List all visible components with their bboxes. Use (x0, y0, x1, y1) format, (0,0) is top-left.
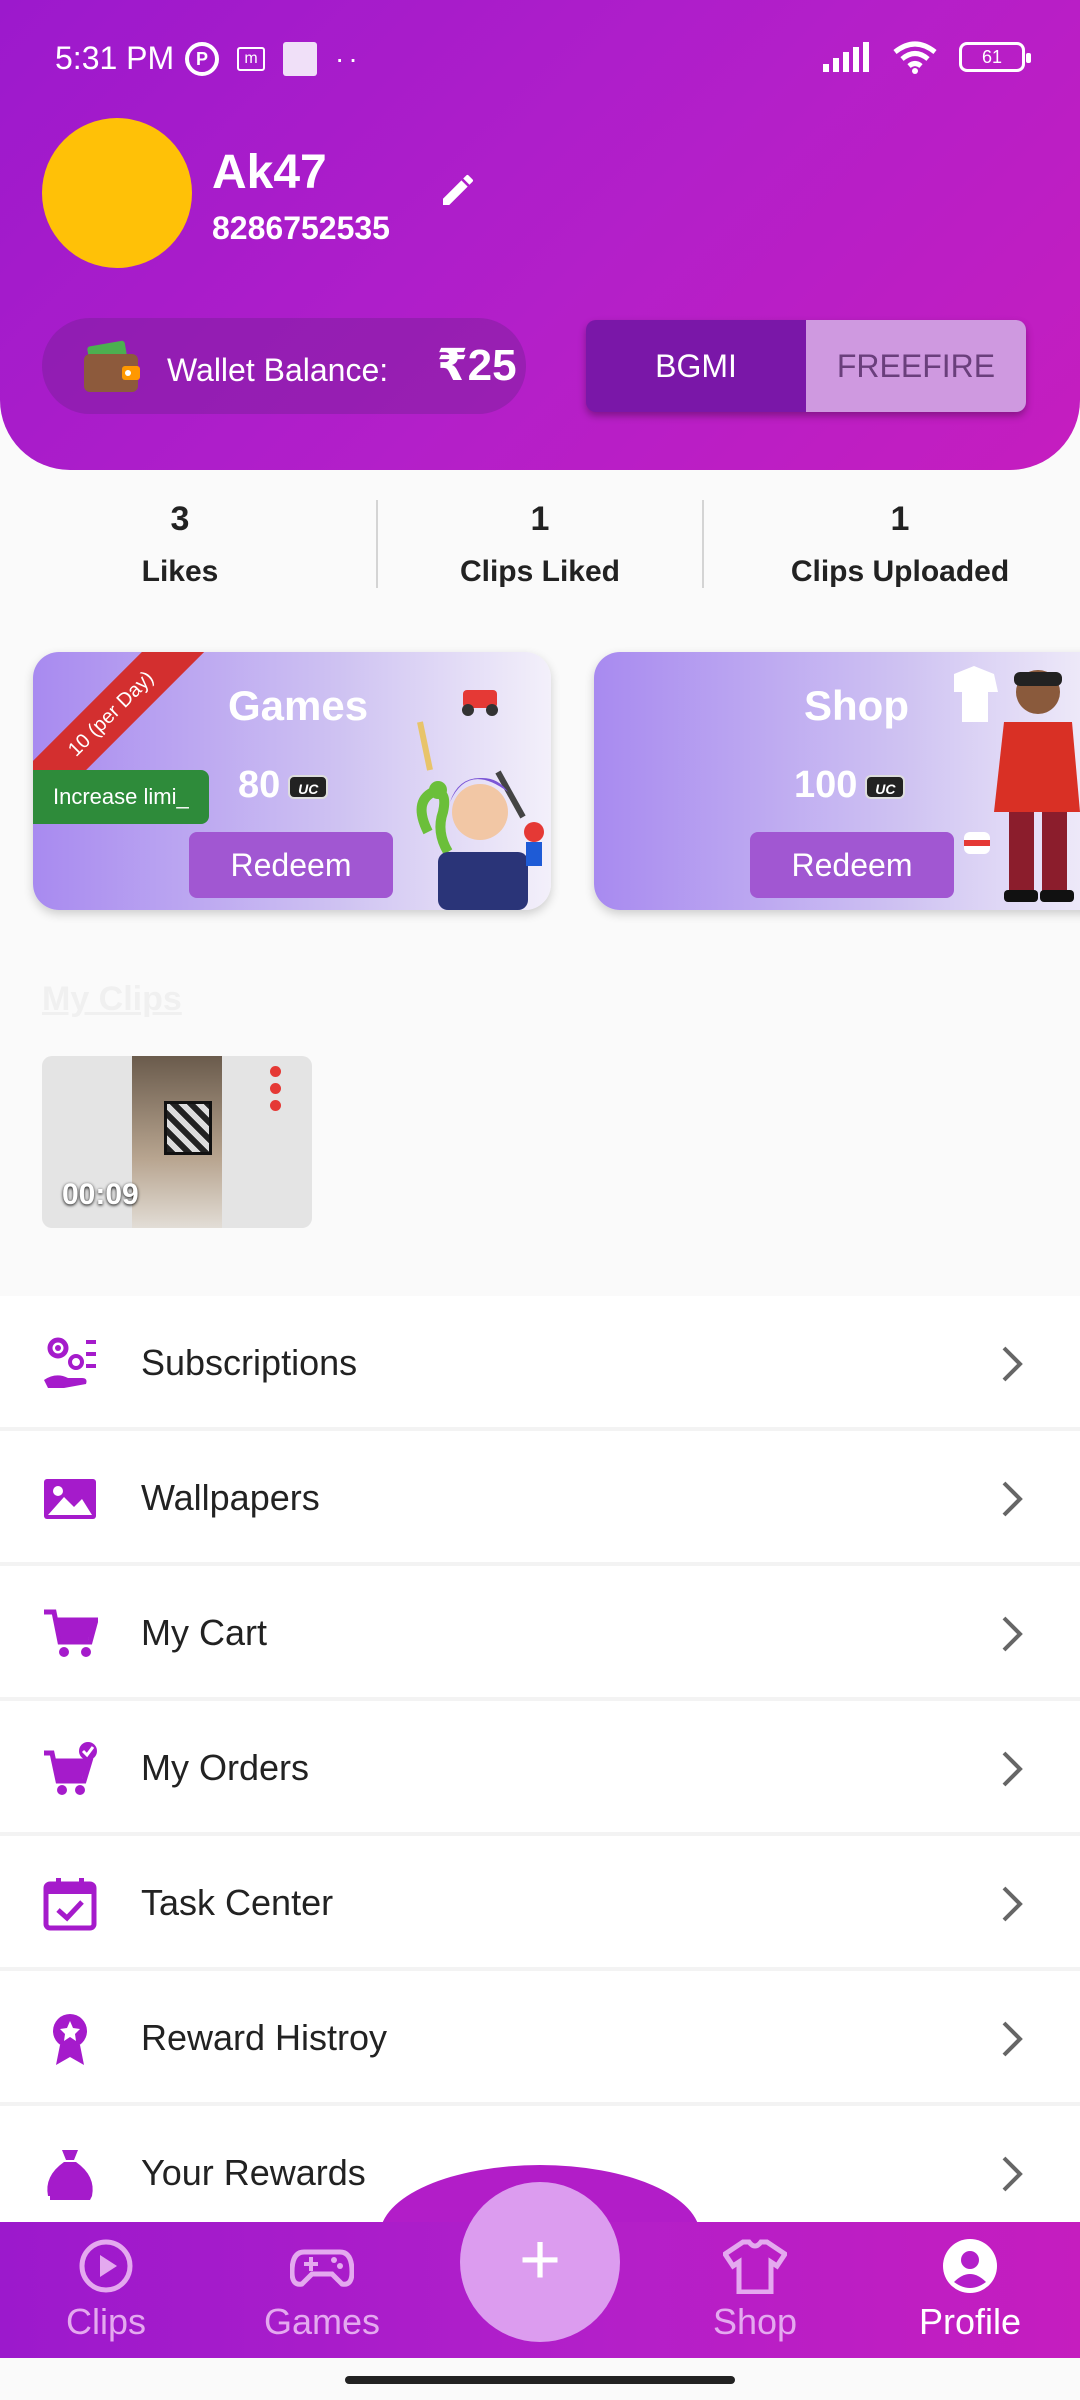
shop-value-number: 100 (794, 764, 858, 806)
chevron-right-icon (1002, 2021, 1023, 2057)
profile-header: 5:31 PM P m ·· 61 Ak47 8286752535 Wallet… (0, 0, 1080, 470)
menu-label: Wallpapers (141, 1477, 320, 1518)
games-value-number: 80 (238, 764, 281, 806)
game-toggle[interactable]: BGMI FREEFIRE (586, 320, 1026, 412)
shop-card-title: Shop (804, 682, 909, 729)
system-icons: 61 (823, 40, 1031, 74)
edit-pencil-icon[interactable] (438, 170, 478, 210)
chevron-right-icon (1002, 1346, 1023, 1382)
stat-likes: 3 Likes (0, 500, 360, 600)
nav-label: Games (263, 2301, 381, 2342)
menu-label: Your Rewards (141, 2152, 366, 2193)
menu-label: Task Center (141, 1882, 334, 1923)
menu-item-subscriptions[interactable]: Subscriptions (0, 1296, 1080, 1431)
games-card-value: 80 UC (238, 764, 329, 807)
games-card[interactable]: 10 (per Day) Games Increase limi_ 80 UC R… (33, 652, 551, 910)
notification-app-icon: P (185, 42, 219, 76)
menu-item-wallpapers[interactable]: Wallpapers (0, 1431, 1080, 1566)
menu-item-task-center[interactable]: Task Center (0, 1836, 1080, 1971)
chevron-right-icon (1002, 1886, 1023, 1922)
nav-profile[interactable]: Profile (870, 2222, 1070, 2358)
stat-divider (702, 500, 704, 588)
notification-m-icon: m (237, 47, 265, 71)
menu-item-my-cart[interactable]: My Cart (0, 1566, 1080, 1701)
chevron-right-icon (1002, 1751, 1023, 1787)
chevron-right-icon (1002, 1616, 1023, 1652)
clip-thumbnail[interactable]: 00:09 (42, 1056, 312, 1228)
wallet-icon (84, 340, 140, 392)
calendar-check-icon (43, 1878, 97, 1931)
profile-stats: 3 Likes 1 Clips Liked 1 Clips Uploaded (0, 500, 1080, 600)
battery-icon: 61 (959, 42, 1031, 72)
user-phone: 8286752535 (212, 210, 390, 246)
shop-card[interactable]: Shop 100 UC Redeem (594, 652, 1080, 910)
shop-illustration (954, 666, 1080, 902)
toggle-freefire[interactable]: FREEFIRE (806, 320, 1026, 412)
cart-check-icon (44, 1742, 97, 1795)
shop-redeem-button[interactable]: Redeem (750, 832, 954, 898)
image-icon (44, 1479, 96, 1519)
menu-label: Subscriptions (141, 1342, 358, 1383)
nav-label: Clips (65, 2301, 146, 2342)
my-clips-title: My Clips (42, 980, 182, 1018)
stat-label: Clips Uploaded (790, 555, 1010, 588)
increase-limit-button[interactable]: Increase limi_ (33, 770, 209, 824)
wallet-label: Wallet Balance: (167, 352, 389, 388)
clip-duration: 00:09 (62, 1178, 139, 1211)
cart-icon (44, 1609, 98, 1657)
play-circle-icon (79, 2239, 133, 2293)
shop-card-value: 100 UC (794, 764, 906, 807)
add-clip-button[interactable]: + (460, 2182, 620, 2342)
uc-currency-icon: UC (288, 774, 329, 799)
stat-clips-liked: 1 Clips Liked (360, 500, 720, 600)
subscriptions-icon (44, 1337, 96, 1388)
clip-more-options-icon[interactable] (270, 1066, 282, 1122)
nav-label: Profile (918, 2301, 1022, 2342)
stat-value: 1 (530, 500, 550, 538)
stat-label: Likes (141, 555, 219, 588)
games-redeem-button[interactable]: Redeem (189, 832, 393, 898)
nav-shop[interactable]: Shop (655, 2222, 855, 2358)
signal-icon (823, 42, 869, 72)
menu-item-my-orders[interactable]: My Orders (0, 1701, 1080, 1836)
home-indicator[interactable] (345, 2376, 735, 2384)
chevron-right-icon (1002, 2156, 1023, 2192)
notification-square-icon (283, 42, 317, 76)
nav-label: Shop (712, 2301, 798, 2342)
stat-value: 1 (890, 500, 910, 538)
clip-thumbnail-tv (164, 1101, 212, 1155)
award-icon (53, 2014, 87, 2065)
menu-label: My Cart (141, 1612, 267, 1653)
account-circle-icon (943, 2239, 997, 2293)
menu-label: My Orders (141, 1747, 310, 1788)
status-time: 5:31 PM (55, 40, 175, 76)
menu-label: Reward Histroy (141, 2017, 388, 2058)
toggle-bgmi[interactable]: BGMI (586, 320, 806, 412)
nav-clips[interactable]: Clips (6, 2222, 206, 2358)
more-notifications-icon: ·· (335, 43, 362, 74)
avatar[interactable] (42, 118, 192, 268)
menu-item-reward-history[interactable]: Reward Histroy (0, 1971, 1080, 2106)
money-bag-icon (47, 2150, 93, 2200)
profile-menu: Subscriptions Wallpapers My Cart My Orde… (0, 1296, 1080, 2241)
status-bar: 5:31 PM P m ·· 61 (55, 40, 1031, 80)
user-name: Ak47 (212, 146, 327, 199)
wallet-amount: ₹25 (437, 341, 517, 390)
wifi-icon (893, 41, 937, 74)
notification-icons: P m ·· (185, 42, 362, 76)
nav-games[interactable]: Games (222, 2222, 422, 2358)
stat-clips-uploaded: 1 Clips Uploaded (720, 500, 1080, 600)
games-card-title: Games (228, 682, 369, 729)
games-illustration (416, 690, 544, 910)
stat-value: 3 (170, 500, 190, 538)
wallet-balance[interactable]: Wallet Balance: ₹25 (42, 318, 526, 414)
tshirt-icon (721, 2239, 789, 2295)
uc-currency-icon: UC (865, 774, 906, 799)
stat-label: Clips Liked (459, 555, 621, 588)
gamepad-icon (289, 2249, 355, 2287)
chevron-right-icon (1002, 1481, 1023, 1517)
